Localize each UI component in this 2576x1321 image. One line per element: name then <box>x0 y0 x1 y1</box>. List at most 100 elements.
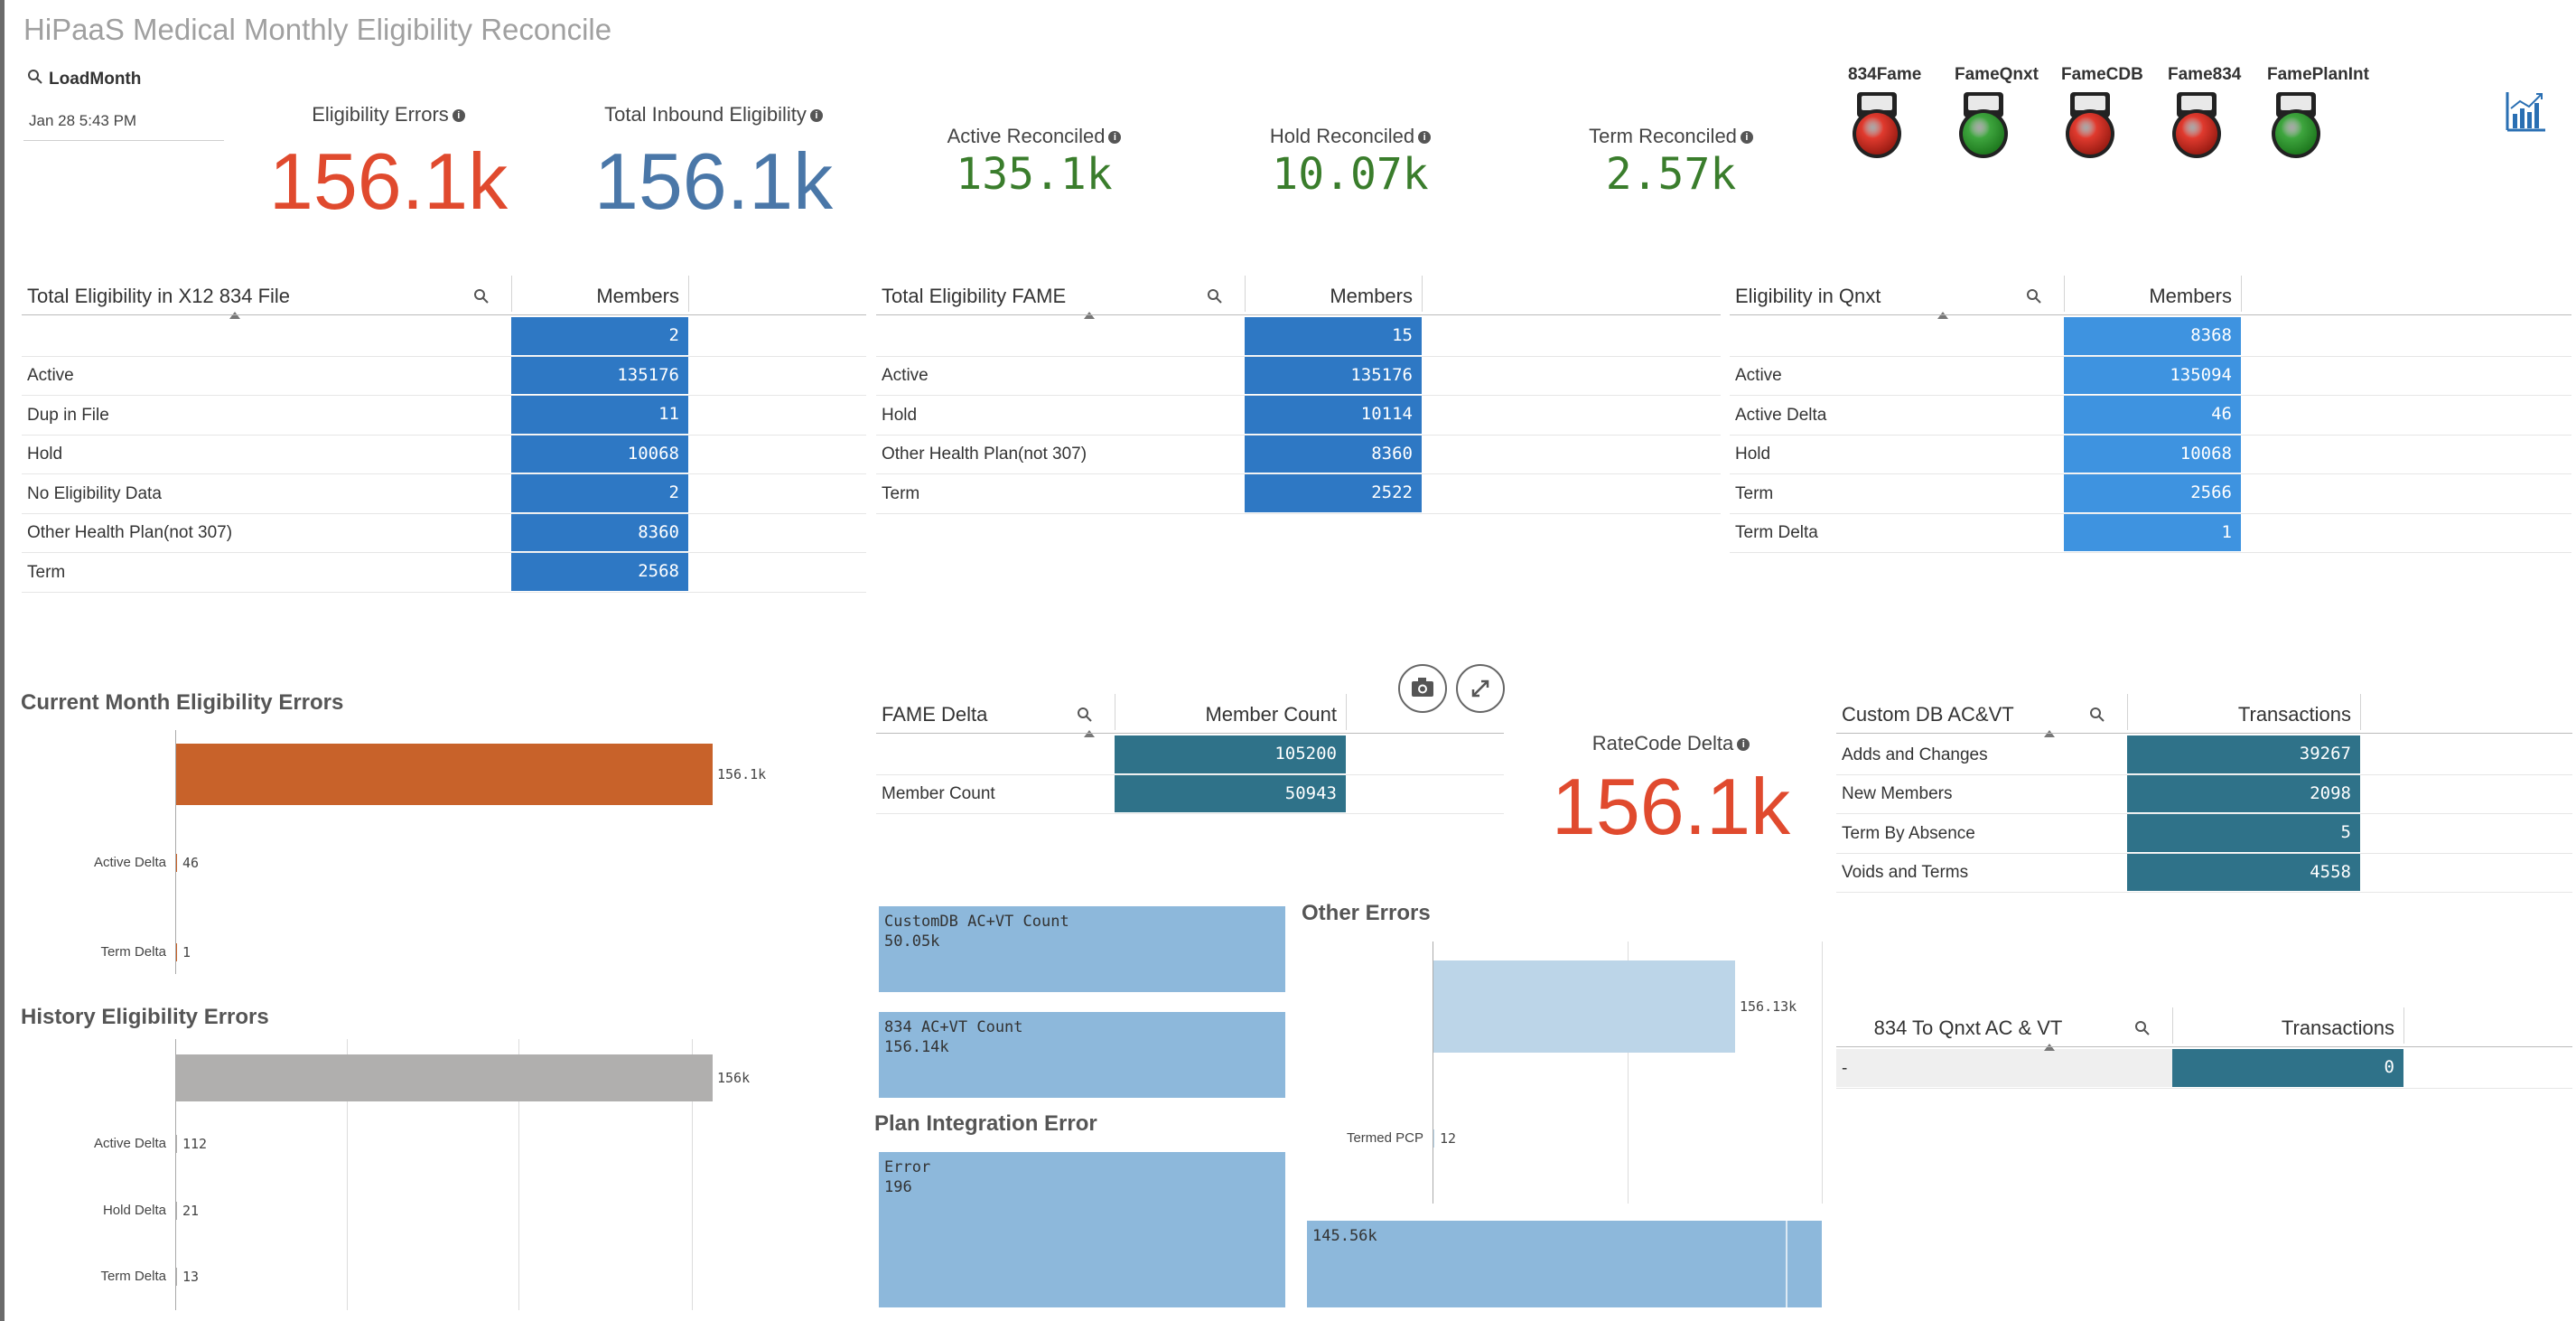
table-cell-value: 135176 <box>511 356 688 394</box>
info-icon[interactable]: i <box>452 109 465 123</box>
bar-value-label: 1 <box>182 944 191 960</box>
header-separator <box>688 276 689 312</box>
row-background <box>1836 1049 2172 1087</box>
loadmonth-value[interactable]: Jan 28 5:43 PM <box>29 112 136 130</box>
table-row-label: Active Delta <box>1735 405 1827 425</box>
chart-bar[interactable] <box>176 1054 713 1101</box>
row-divider <box>22 591 866 593</box>
kpi-term-reconciled-label: Term Reconciled i <box>1540 125 1802 148</box>
bar-value-label: 156.13k <box>1740 998 1797 1015</box>
table-row-label: Member Count <box>882 784 995 804</box>
table-row-label: Dup in File <box>27 405 109 425</box>
kpi-total-inbound-label: Total Inbound Eligibility i <box>578 103 849 126</box>
table-header[interactable]: FAME Delta <box>882 703 987 726</box>
row-divider <box>22 434 866 436</box>
expand-button[interactable] <box>1456 664 1505 713</box>
kpi-active-reconciled-label: Active Reconciled i <box>903 125 1165 148</box>
other-errors-bottom-label: 145.56k <box>1312 1227 1377 1245</box>
treemap-customdb-box[interactable]: CustomDB AC+VT Count 50.05k <box>879 906 1285 992</box>
loadmonth-filter[interactable]: LoadMonth <box>27 69 141 90</box>
table-column-header[interactable]: Members <box>2064 285 2232 308</box>
header-separator <box>1245 276 1246 312</box>
info-icon[interactable]: i <box>1108 131 1122 145</box>
search-icon[interactable] <box>1077 707 1093 727</box>
other-errors-title: Other Errors <box>1302 901 1431 925</box>
table-cell-value: 50943 <box>1115 774 1346 812</box>
search-icon[interactable] <box>473 288 490 309</box>
search-icon[interactable] <box>2089 707 2105 727</box>
status-light-label: FameCDB <box>2061 65 2143 84</box>
header-underline <box>1836 1046 2572 1047</box>
table-cell-value: 10068 <box>2064 435 2241 473</box>
table-column-header[interactable]: Member Count <box>1115 703 1337 726</box>
status-light-red <box>2170 90 2224 167</box>
header-underline <box>876 733 1504 734</box>
info-icon[interactable]: i <box>1737 738 1750 752</box>
chart-bar[interactable] <box>176 744 713 805</box>
sort-indicator <box>2044 1044 2055 1051</box>
history-errors-title: History Eligibility Errors <box>21 1005 269 1029</box>
row-divider <box>876 512 1721 514</box>
sort-indicator <box>1937 312 1948 319</box>
table-header[interactable]: Eligibility in Qnxt <box>1735 285 1881 308</box>
table-column-header[interactable]: Transactions <box>2172 1017 2394 1040</box>
table-header[interactable]: Total Eligibility in X12 834 File <box>27 285 290 308</box>
row-divider <box>1836 1087 2572 1089</box>
info-icon[interactable]: i <box>809 109 823 123</box>
chart-bar[interactable] <box>1433 1129 1434 1148</box>
treemap-834-box[interactable]: 834 AC+VT Count 156.14k <box>879 1012 1285 1098</box>
info-icon[interactable]: i <box>1418 131 1432 145</box>
chart-bar[interactable] <box>176 854 177 872</box>
other-errors-bottom-box[interactable]: 145.56k <box>1307 1221 1822 1307</box>
bar-category-label: Active Delta <box>93 855 166 870</box>
status-light-green <box>2269 90 2323 167</box>
table-column-header[interactable]: Members <box>511 285 679 308</box>
header-separator <box>2403 1007 2404 1044</box>
table-row-label: No Eligibility Data <box>27 483 162 503</box>
table-row-label: Term <box>882 483 920 503</box>
app-title: HiPaaS Medical Monthly Eligibility Recon… <box>23 13 612 46</box>
row-divider <box>1730 552 2571 553</box>
kpi-eligibility-errors-label: Eligibility Errors i <box>271 103 506 126</box>
header-underline <box>22 314 866 315</box>
table-cell-value: 4558 <box>2127 853 2360 891</box>
status-light-label: 834Fame <box>1848 65 1922 84</box>
search-icon[interactable] <box>1207 288 1223 309</box>
kpi-ratecode-delta-value: 156.1k <box>1551 762 1791 851</box>
chart-bar[interactable] <box>176 943 177 961</box>
status-light-label: Fame834 <box>2168 65 2242 84</box>
chart-bar[interactable] <box>1433 960 1735 1053</box>
chart-settings-icon[interactable] <box>2502 87 2549 142</box>
status-light-label: FamePlanInt <box>2267 65 2369 84</box>
chart-bar[interactable] <box>176 1202 177 1220</box>
plan-integration-title: Plan Integration Error <box>874 1111 1097 1136</box>
header-underline <box>1730 314 2571 315</box>
search-icon <box>27 69 43 90</box>
table-cell-value: 0 <box>2172 1049 2403 1087</box>
kpi-active-reconciled-value: 135.1k <box>956 149 1113 200</box>
table-header[interactable]: Custom DB AC&VT <box>1842 703 2014 726</box>
header-separator <box>1346 694 1347 730</box>
header-separator <box>2127 694 2128 730</box>
chart-bar[interactable] <box>176 1268 177 1286</box>
search-icon[interactable] <box>2026 288 2042 309</box>
info-icon[interactable]: i <box>1740 131 1753 145</box>
status-light-green <box>1956 90 2011 167</box>
table-column-header[interactable]: Transactions <box>2127 703 2351 726</box>
table-header[interactable]: Total Eligibility FAME <box>882 285 1066 308</box>
bar-category-label: Termed PCP <box>1346 1130 1423 1146</box>
snapshot-button[interactable] <box>1398 664 1447 713</box>
kpi-ratecode-delta-label: RateCode Delta i <box>1535 732 1806 755</box>
table-header[interactable]: 834 To Qnxt AC & VT <box>1836 1017 2100 1040</box>
header-separator <box>511 276 512 312</box>
kpi-eligibility-errors-value: 156.1k <box>268 136 509 226</box>
plan-integration-box[interactable]: Error 196 <box>879 1152 1285 1307</box>
bar-value-label: 13 <box>182 1269 200 1285</box>
table-column-header[interactable]: Members <box>1245 285 1413 308</box>
search-icon[interactable] <box>2134 1020 2151 1041</box>
table-cell-value: 15 <box>1245 317 1422 355</box>
left-edge-bar <box>0 0 5 1321</box>
chart-bar[interactable] <box>176 1135 177 1153</box>
bar-value-label: 12 <box>1440 1130 1457 1147</box>
table-row-label: Active <box>1735 366 1782 386</box>
